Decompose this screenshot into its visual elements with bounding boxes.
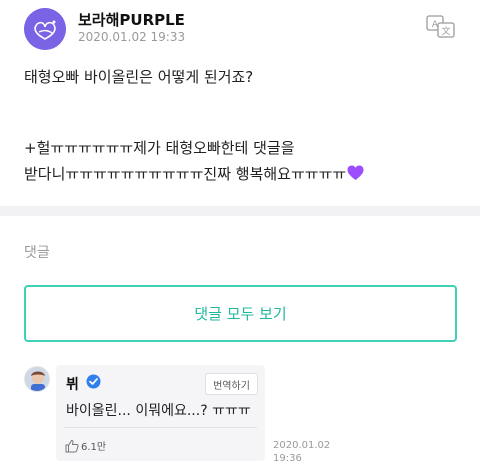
post-text-line-content: 받다니ㅠㅠㅠㅠㅠㅠㅠㅠㅠㅠ진짜 행복해요ㅠㅠㅠㅠ [24, 165, 347, 183]
post-timestamp: 2020.01.02 19:33 [78, 30, 186, 44]
translate-icon[interactable]: A 文 [426, 14, 456, 40]
comment-date: 2020.01.02 [273, 440, 331, 451]
post-author[interactable]: 보라해PURPLE [78, 9, 185, 30]
avatar[interactable] [24, 366, 50, 392]
post-text-line: +헐ㅠㅠㅠㅠㅠㅠ제가 태형오빠한테 댓글을 [24, 139, 295, 157]
comment-timestamp: 2020.01.02 19:36 [273, 439, 330, 465]
like-count: 6.1만 [81, 442, 107, 453]
comment-card: 뷔 번역하기 바이올린... 이뭐에요...? ㅠㅠㅠ 6.1만 [56, 365, 265, 461]
post-header: 보라해PURPLE 2020.01.02 19:33 A 文 [0, 0, 480, 56]
verified-badge-icon [86, 374, 101, 389]
comment-divider [64, 427, 257, 428]
comments-label: 댓글 [24, 245, 50, 261]
post-text-line: 태형오빠 바이올린은 어떻게 된거죠? [24, 68, 254, 86]
svg-text:文: 文 [441, 25, 450, 37]
comment-author[interactable]: 뷔 [66, 374, 79, 394]
avatar[interactable] [24, 8, 66, 50]
post-text-line: 받다니ㅠㅠㅠㅠㅠㅠㅠㅠㅠㅠ진짜 행복해요ㅠㅠㅠㅠ [24, 163, 364, 185]
purple-heart-icon [347, 165, 364, 185]
section-divider [0, 206, 480, 216]
translate-comment-button[interactable]: 번역하기 [205, 373, 258, 395]
comment-text: 바이올린... 이뭐에요...? ㅠㅠㅠ [66, 403, 251, 419]
comment-time: 19:36 [273, 453, 302, 464]
view-all-comments-button[interactable]: 댓글 모두 보기 [24, 285, 457, 342]
weverse-logo-icon [24, 8, 66, 50]
thumbs-up-icon[interactable] [65, 438, 79, 453]
